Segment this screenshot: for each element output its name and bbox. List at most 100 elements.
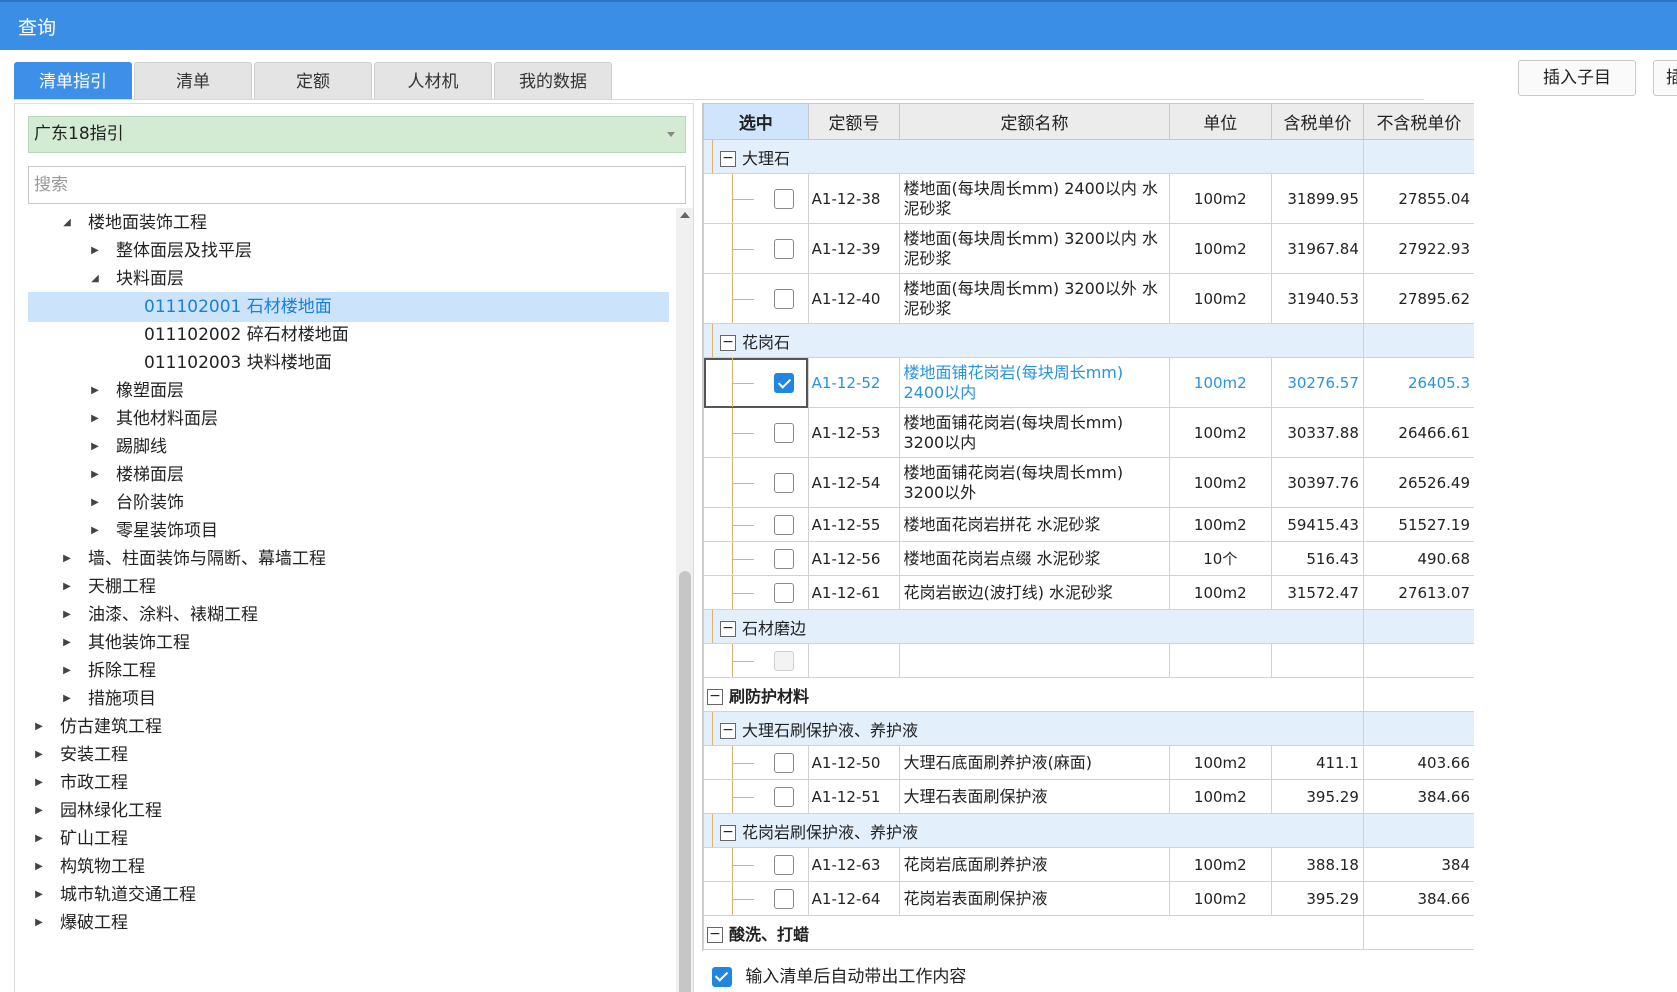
collapsed-arrow-icon[interactable]: ▶ <box>62 684 72 714</box>
select-cell[interactable] <box>703 457 809 508</box>
table-row[interactable] <box>703 643 1474 678</box>
table-row[interactable]: A1-12-51 大理石表面刷保护液 100m2 395.29 384.66 <box>703 779 1474 814</box>
row-checkbox[interactable] <box>774 582 794 603</box>
tree-node[interactable]: ▶ 台阶装饰 <box>28 488 669 518</box>
col-header-price-notax[interactable]: 不含税单价 <box>1362 103 1474 140</box>
collapsed-arrow-icon[interactable]: ▶ <box>90 460 100 490</box>
collapsed-arrow-icon[interactable]: ▶ <box>34 768 44 798</box>
select-cell[interactable] <box>703 541 809 576</box>
tab-quota[interactable]: 定额 <box>254 62 372 100</box>
row-checkbox[interactable] <box>774 888 794 909</box>
row-checkbox[interactable] <box>774 188 794 209</box>
group-row[interactable]: − 花岗石 <box>703 323 1474 358</box>
select-cell[interactable] <box>703 223 809 274</box>
guide-library-dropdown[interactable]: 广东18指引 <box>28 116 686 153</box>
table-row[interactable]: A1-12-53 楼地面铺花岗岩(每块周长mm) 3200以内 100m2 30337… <box>703 407 1474 458</box>
col-header-unit[interactable]: 单位 <box>1168 103 1273 140</box>
collapse-icon[interactable]: − <box>720 151 736 167</box>
tree-node[interactable]: ▶ 爆破工程 <box>28 908 669 938</box>
tree-node[interactable]: ▶ 橡塑面层 <box>28 376 669 406</box>
collapse-icon[interactable]: − <box>720 723 736 739</box>
select-cell[interactable] <box>703 779 809 814</box>
group-row[interactable]: − 大理石刷保护液、养护液 <box>703 711 1474 746</box>
tree-node[interactable]: ▶ 措施项目 <box>28 684 669 714</box>
tree-node[interactable]: ▶ 零星装饰项目 <box>28 516 669 546</box>
tab-list[interactable]: 清单 <box>134 62 252 100</box>
insert-child-button[interactable]: 插入子目 <box>1518 60 1636 96</box>
table-row[interactable]: A1-12-52 楼地面铺花岗岩(每块周长mm) 2400以内 100m2 30276… <box>703 357 1474 408</box>
tree-node[interactable]: ▶ 整体面层及找平层 <box>28 236 669 266</box>
tab-my-data[interactable]: 我的数据 <box>494 62 612 100</box>
collapse-icon[interactable]: − <box>720 621 736 637</box>
collapsed-arrow-icon[interactable]: ▶ <box>34 740 44 770</box>
expanded-arrow-icon[interactable]: ◢ <box>90 264 100 294</box>
tree-node[interactable]: 011102001 石材楼地面 <box>28 292 669 322</box>
table-row[interactable]: A1-12-61 花岗岩嵌边(波打线) 水泥砂浆 100m2 31572.47 2761… <box>703 575 1474 610</box>
select-cell[interactable] <box>703 745 809 780</box>
select-cell[interactable] <box>703 575 809 610</box>
scrollbar-thumb[interactable] <box>679 571 691 992</box>
tree-node[interactable]: ▶ 其他装饰工程 <box>28 628 669 658</box>
tab-list-guide[interactable]: 清单指引 <box>14 62 132 100</box>
search-input[interactable] <box>28 166 686 204</box>
tree-node[interactable]: ▶ 油漆、涂料、裱糊工程 <box>28 600 669 630</box>
tree-scrollbar[interactable] <box>676 208 693 992</box>
tree-node[interactable]: ▶ 构筑物工程 <box>28 852 669 882</box>
tree-node[interactable]: 011102002 碎石材楼地面 <box>28 320 669 350</box>
table-row[interactable]: A1-12-40 楼地面(每块周长mm) 3200以外 水泥砂浆 100m2 3194… <box>703 273 1474 324</box>
select-cell[interactable] <box>703 357 809 408</box>
group-row[interactable]: − 大理石 <box>703 139 1474 174</box>
table-row[interactable]: A1-12-38 楼地面(每块周长mm) 2400以内 水泥砂浆 100m2 3189… <box>703 173 1474 224</box>
collapsed-arrow-icon[interactable]: ▶ <box>62 628 72 658</box>
tree-node[interactable]: ▶ 仿古建筑工程 <box>28 712 669 742</box>
collapse-icon[interactable]: − <box>707 689 723 705</box>
row-checkbox[interactable] <box>774 786 794 807</box>
expanded-arrow-icon[interactable]: ◢ <box>62 208 72 238</box>
select-cell[interactable] <box>703 173 809 224</box>
table-row[interactable]: A1-12-39 楼地面(每块周长mm) 3200以内 水泥砂浆 100m2 3196… <box>703 223 1474 274</box>
select-cell[interactable] <box>703 847 809 882</box>
table-row[interactable]: A1-12-56 楼地面花岗岩点缀 水泥砂浆 10个 516.43 490.68 <box>703 541 1474 576</box>
col-header-code[interactable]: 定额号 <box>807 103 901 140</box>
collapsed-arrow-icon[interactable]: ▶ <box>34 824 44 854</box>
tree-node[interactable]: ▶ 楼梯面层 <box>28 460 669 490</box>
tree-node[interactable]: ▶ 园林绿化工程 <box>28 796 669 826</box>
tree-node[interactable]: ▶ 其他材料面层 <box>28 404 669 434</box>
collapsed-arrow-icon[interactable]: ▶ <box>90 404 100 434</box>
table-row[interactable]: A1-12-50 大理石底面刷养护液(麻面) 100m2 411.1 403.66 <box>703 745 1474 780</box>
collapsed-arrow-icon[interactable]: ▶ <box>62 572 72 602</box>
table-row[interactable]: A1-12-64 花岗岩表面刷保护液 100m2 395.29 384.66 <box>703 881 1474 916</box>
select-cell[interactable] <box>703 643 809 678</box>
collapse-icon[interactable]: − <box>720 825 736 841</box>
collapse-icon[interactable]: − <box>707 927 723 943</box>
group-row[interactable]: − 酸洗、打蜡 <box>703 915 1474 950</box>
tree-node[interactable]: ▶ 踢脚线 <box>28 432 669 462</box>
auto-work-content-option[interactable]: 输入清单后自动带出工作内容 <box>712 962 966 992</box>
row-checkbox[interactable] <box>774 650 794 671</box>
tree-node[interactable]: 011102003 块料楼地面 <box>28 348 669 378</box>
collapsed-arrow-icon[interactable]: ▶ <box>34 852 44 882</box>
collapsed-arrow-icon[interactable]: ▶ <box>62 656 72 686</box>
table-row[interactable]: A1-12-54 楼地面铺花岗岩(每块周长mm) 3200以外 100m2 30397… <box>703 457 1474 508</box>
auto-work-content-checkbox[interactable] <box>712 967 732 987</box>
collapse-icon[interactable]: − <box>720 335 736 351</box>
select-cell[interactable] <box>703 507 809 542</box>
group-row[interactable]: − 刷防护材料 <box>703 677 1474 712</box>
collapsed-arrow-icon[interactable]: ▶ <box>34 796 44 826</box>
select-cell[interactable] <box>703 273 809 324</box>
tree-node[interactable]: ◢ 块料面层 <box>28 264 669 294</box>
tree-node[interactable]: ▶ 拆除工程 <box>28 656 669 686</box>
insert-button[interactable]: 插 <box>1653 60 1677 96</box>
tab-labor-material-machine[interactable]: 人材机 <box>374 62 492 100</box>
collapsed-arrow-icon[interactable]: ▶ <box>62 600 72 630</box>
collapsed-arrow-icon[interactable]: ▶ <box>62 544 72 574</box>
row-checkbox[interactable] <box>774 514 794 535</box>
tree-node[interactable]: ▶ 天棚工程 <box>28 572 669 602</box>
row-checkbox[interactable] <box>774 752 794 773</box>
col-header-select[interactable]: 选中 <box>703 103 809 140</box>
tree-node[interactable]: ▶ 城市轨道交通工程 <box>28 880 669 910</box>
tree-node[interactable]: ▶ 市政工程 <box>28 768 669 798</box>
collapsed-arrow-icon[interactable]: ▶ <box>90 432 100 462</box>
row-checkbox[interactable] <box>774 422 794 443</box>
collapsed-arrow-icon[interactable]: ▶ <box>90 516 100 546</box>
